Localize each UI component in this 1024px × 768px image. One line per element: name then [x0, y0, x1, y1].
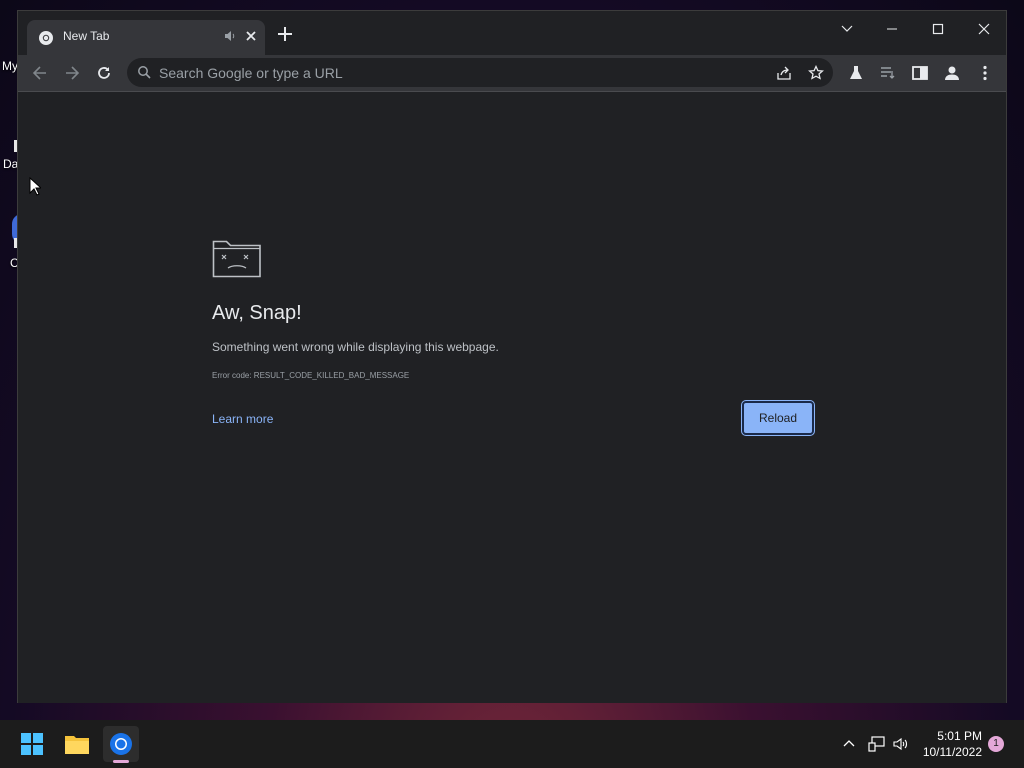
side-panel-icon[interactable]: [911, 64, 929, 82]
menu-dots-icon[interactable]: [976, 64, 994, 82]
chevron-up-icon[interactable]: [840, 735, 858, 753]
system-clock[interactable]: 5:01 PM 10/11/2022: [916, 728, 982, 760]
windows-start-icon[interactable]: [12, 724, 52, 764]
crash-description: Something went wrong while displaying th…: [212, 340, 499, 354]
chrome-favicon-icon: [39, 31, 53, 45]
maximize-icon[interactable]: [924, 19, 952, 39]
reading-list-icon[interactable]: [879, 64, 897, 82]
active-app-indicator: [113, 760, 129, 763]
url-input[interactable]: [159, 61, 759, 84]
tab-strip: New Tab: [18, 11, 1006, 55]
back-arrow-icon[interactable]: [30, 63, 50, 83]
labs-flask-icon[interactable]: [847, 64, 865, 82]
reload-button[interactable]: Reload: [741, 400, 815, 436]
omnibox[interactable]: [127, 58, 833, 87]
search-icon: [138, 66, 151, 79]
clock-date: 10/11/2022: [922, 745, 982, 759]
network-icon[interactable]: [868, 735, 886, 753]
minimize-icon[interactable]: [878, 19, 906, 39]
toolbar: [18, 55, 1006, 91]
taskbar: 5:01 PM 10/11/2022: [0, 720, 1024, 768]
notification-badge[interactable]: 1: [988, 736, 1004, 752]
clock-time: 5:01 PM: [937, 729, 982, 743]
error-code: Error code: RESULT_CODE_KILLED_BAD_MESSA…: [212, 371, 410, 380]
file-explorer-icon[interactable]: [57, 724, 97, 764]
mouse-cursor-icon: [29, 177, 41, 196]
share-icon[interactable]: [776, 65, 792, 81]
chrome-window: New Tab Search Google or type a URL Aw, …: [17, 10, 1007, 703]
audio-speaker-icon[interactable]: [223, 29, 237, 43]
volume-icon[interactable]: [892, 735, 910, 753]
tab-search-chevron-icon[interactable]: [833, 19, 861, 39]
profile-icon[interactable]: [943, 64, 961, 82]
reload-icon[interactable]: [94, 63, 114, 83]
forward-arrow-icon[interactable]: [62, 63, 82, 83]
new-tab-plus-icon[interactable]: [277, 26, 293, 42]
sad-folder-icon: [212, 240, 261, 278]
close-window-icon[interactable]: [970, 19, 998, 39]
crash-title: Aw, Snap!: [212, 302, 302, 324]
bookmark-star-icon[interactable]: [808, 65, 824, 81]
crash-page: Aw, Snap! Something went wrong while dis…: [18, 92, 1006, 703]
learn-more-link[interactable]: Learn more: [212, 412, 273, 426]
desktop-icon-label-my[interactable]: My: [2, 59, 18, 73]
chrome-icon[interactable]: [101, 724, 141, 764]
close-icon[interactable]: [243, 28, 259, 44]
tab-title: New Tab: [63, 29, 110, 43]
tab-new-tab[interactable]: New Tab: [27, 20, 265, 55]
